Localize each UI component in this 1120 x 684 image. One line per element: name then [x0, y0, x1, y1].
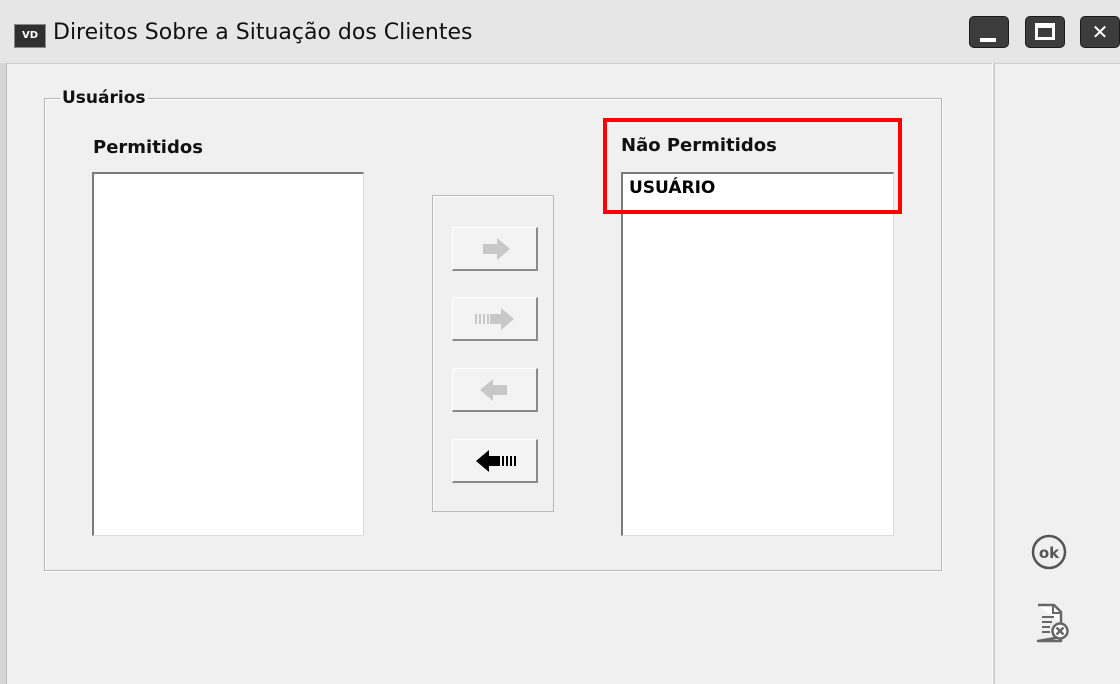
close-icon: ✕: [1091, 20, 1109, 44]
maximize-icon: [1035, 23, 1055, 40]
users-group-label: Usuários: [60, 88, 148, 108]
dialog-window: VD Direitos Sobre a Situação dos Cliente…: [0, 0, 1120, 684]
minimize-icon: [980, 38, 996, 42]
move-all-right-button[interactable]: [452, 297, 538, 341]
app-icon[interactable]: VD: [14, 24, 46, 48]
ok-label: ok: [1039, 544, 1060, 562]
double-arrow-right-icon: [475, 308, 514, 330]
permitidos-label: Permitidos: [93, 137, 203, 158]
window-left-border: [0, 63, 7, 684]
double-arrow-left-icon: [476, 450, 516, 472]
close-button[interactable]: ✕: [1080, 16, 1120, 48]
side-panel-separator: [992, 63, 995, 684]
permitidos-listbox[interactable]: [92, 172, 364, 536]
move-all-left-button[interactable]: [452, 439, 538, 483]
move-selected-right-button[interactable]: [452, 227, 538, 271]
highlight-box: [603, 118, 902, 214]
document-cancel-icon: [1036, 603, 1069, 643]
window-title: Direitos Sobre a Situação dos Clientes: [53, 20, 473, 45]
ok-button[interactable]: ok: [1030, 533, 1068, 571]
ok-icon: ok: [1031, 534, 1067, 570]
cancel-button[interactable]: [1034, 603, 1070, 645]
move-selected-left-button[interactable]: [452, 368, 538, 412]
maximize-button[interactable]: [1025, 16, 1065, 48]
title-bar[interactable]: VD Direitos Sobre a Situação dos Cliente…: [0, 0, 1120, 64]
arrow-left-icon: [480, 379, 507, 401]
nao-permitidos-listbox[interactable]: USUÁRIO: [621, 172, 894, 536]
minimize-button[interactable]: [969, 16, 1009, 48]
arrow-right-icon: [483, 238, 510, 260]
